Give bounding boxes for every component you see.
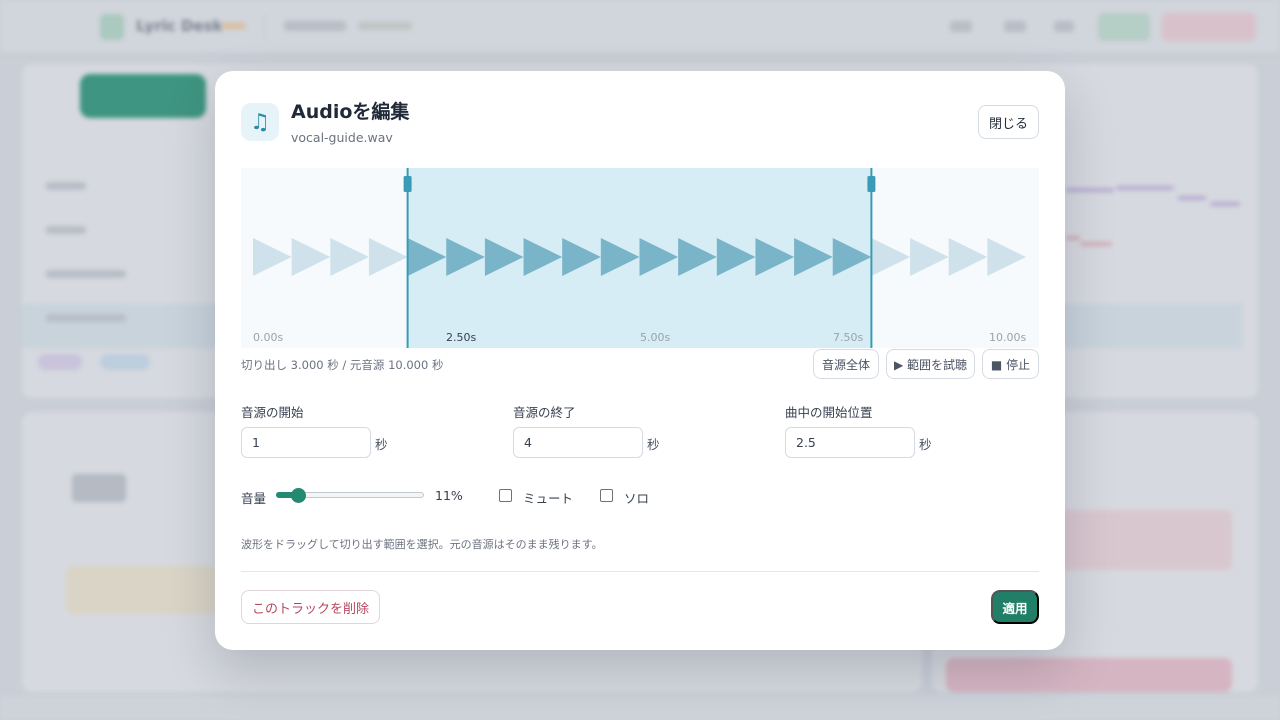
mute-checkbox[interactable] <box>499 489 512 502</box>
solo-checkbox[interactable] <box>600 489 613 502</box>
waveform-peak <box>910 238 949 276</box>
selection-summary: 切り出し 3.000 秒 / 元音源 10.000 秒 <box>241 358 444 372</box>
selection-start-handle[interactable] <box>403 176 412 192</box>
solo-label[interactable]: ソロ <box>624 488 649 507</box>
source-end-label: 音源の終了 <box>513 405 576 420</box>
time-tick-label: 2.50s <box>446 331 477 344</box>
full-source-button[interactable]: 音源全体 <box>813 349 879 379</box>
volume-slider[interactable] <box>276 488 424 503</box>
waveform-peak <box>871 238 911 276</box>
waveform-graphic[interactable] <box>241 168 1039 348</box>
volume-value: 11% <box>435 488 463 503</box>
close-button[interactable]: 閉じる <box>978 105 1039 139</box>
waveform-peak <box>291 238 331 276</box>
time-tick-label: 10.00s <box>989 331 1027 344</box>
music-note-icon: ♫ <box>241 103 279 141</box>
source-end-input[interactable]: 4 <box>513 427 643 458</box>
waveform-peak <box>948 238 988 276</box>
hint-text: 波形をドラッグして切り出す範囲を選択。元の音源はそのまま残ります。 <box>241 538 603 551</box>
volume-label: 音量 <box>241 491 267 506</box>
selection-end-handle[interactable] <box>867 176 876 192</box>
apply-button[interactable]: 適用 <box>991 590 1039 624</box>
edit-audio-dialog: ♫ Audioを編集 vocal-guide.wav 閉じる 0.00s 2.5… <box>215 71 1065 650</box>
waveform-peak <box>330 238 369 276</box>
preview-range-button[interactable]: ▶ 範囲を試聴 <box>886 349 975 379</box>
source-end-unit: 秒 <box>647 437 660 452</box>
song-start-unit: 秒 <box>919 437 932 452</box>
time-tick-label: 7.50s <box>833 331 864 344</box>
dialog-title: Audioを編集 <box>291 101 410 123</box>
time-tick-label: 5.00s <box>640 331 671 344</box>
file-name: vocal-guide.wav <box>291 130 393 145</box>
song-start-input[interactable]: 2.5 <box>785 427 915 458</box>
time-tick-label: 0.00s <box>253 331 284 344</box>
stop-button[interactable]: ■ 停止 <box>982 349 1039 379</box>
source-start-unit: 秒 <box>375 437 388 452</box>
source-start-input[interactable]: 1 <box>241 427 371 458</box>
source-start-label: 音源の開始 <box>241 405 304 420</box>
song-start-label: 曲中の開始位置 <box>785 405 873 420</box>
volume-slider-thumb[interactable] <box>290 488 306 503</box>
waveform-peak <box>253 238 292 276</box>
footer-divider <box>241 571 1039 572</box>
waveform-peak <box>368 238 408 276</box>
delete-track-button[interactable]: このトラックを削除 <box>241 590 380 624</box>
waveform-peak <box>987 238 1026 276</box>
mute-label[interactable]: ミュート <box>523 488 573 507</box>
waveform-editor[interactable]: 0.00s 2.50s 5.00s 7.50s 10.00s <box>241 168 1039 348</box>
